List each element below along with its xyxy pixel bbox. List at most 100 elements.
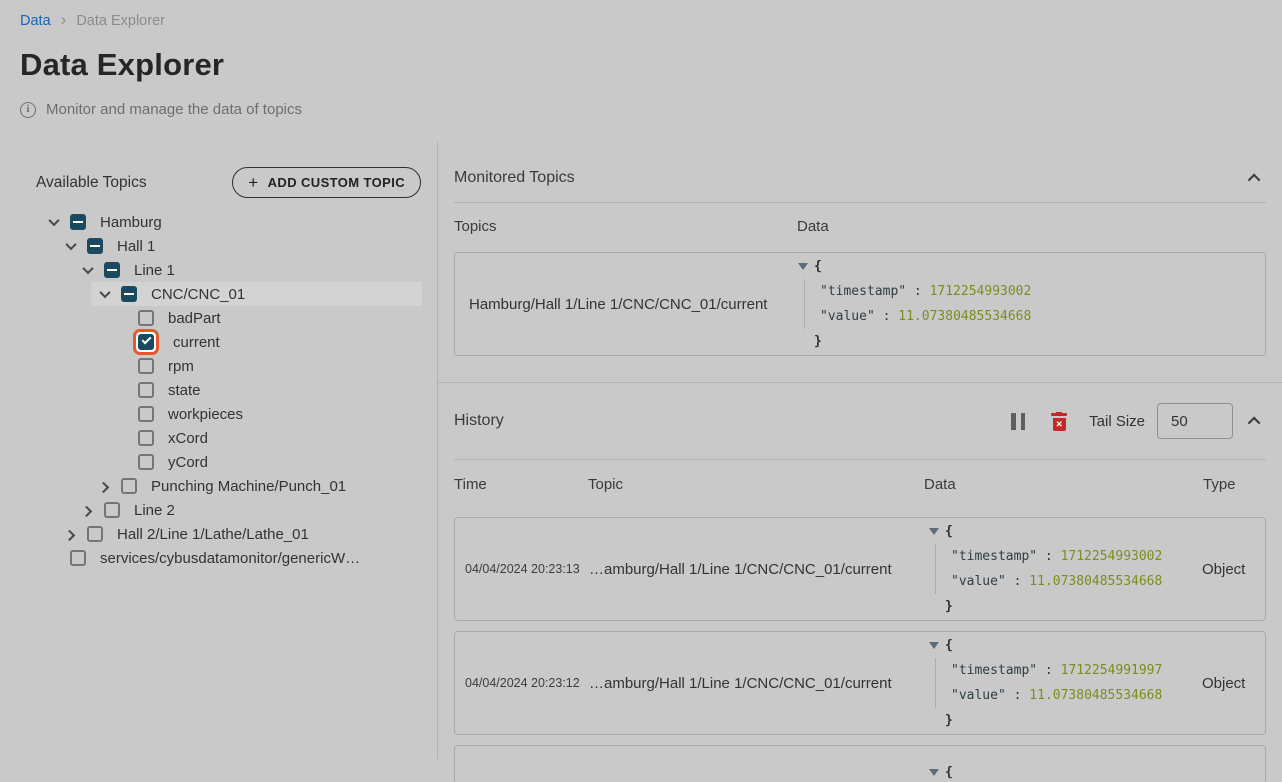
topic-tree: Hamburg Hall 1 Line 1 CNC/CNC_01 badPart curr…: [0, 210, 437, 570]
clear-history-icon[interactable]: ✕: [1051, 412, 1067, 431]
json-timestamp-line: "timestamp" : 1712254993002: [820, 279, 1265, 304]
checkbox-unchecked[interactable]: [104, 502, 120, 518]
chevron-right-icon: ›: [61, 11, 67, 30]
json-timestamp-line: "timestamp" : 1712254991997: [951, 658, 1194, 683]
checkbox-unchecked[interactable]: [138, 406, 154, 422]
chevron-right-icon[interactable]: [61, 524, 81, 544]
add-custom-topic-label: ADD CUSTOM TOPIC: [268, 175, 405, 190]
chevron-down-icon[interactable]: [44, 212, 64, 232]
tree-item-hall-2-line-1-lathe-lathe-01[interactable]: Hall 2/Line 1/Lathe/Lathe_01: [57, 522, 422, 546]
chevron-spacer: [112, 308, 132, 328]
history-data: {"timestamp" : 1712254990993}: [925, 760, 1194, 782]
checkbox-indeterminate[interactable]: [121, 286, 137, 302]
checkbox-unchecked[interactable]: [138, 454, 154, 470]
json-value-line: "value" : 11.07380485534668: [951, 569, 1194, 594]
checkbox-unchecked[interactable]: [138, 382, 154, 398]
collapse-chevron-up-icon[interactable]: [1248, 173, 1261, 186]
add-custom-topic-button[interactable]: + ADD CUSTOM TOPIC: [232, 167, 421, 198]
tree-item-label: current: [173, 334, 220, 351]
column-header-data: Data: [924, 476, 1195, 493]
json-viewer: {"timestamp" : 1712254990993}: [929, 760, 1194, 782]
json-value-line: "value" : 11.07380485534668: [820, 304, 1265, 329]
checkbox-unchecked[interactable]: [138, 430, 154, 446]
tree-item-hamburg[interactable]: Hamburg: [40, 210, 422, 234]
tree-item-label: yCord: [168, 454, 208, 471]
history-type: Object: [1194, 675, 1265, 692]
tree-item-label: CNC/CNC_01: [151, 286, 245, 303]
tree-item-label: Punching Machine/Punch_01: [151, 478, 346, 495]
collapse-chevron-up-icon[interactable]: [1248, 416, 1261, 429]
collapse-triangle-icon[interactable]: [929, 642, 939, 649]
checkbox-unchecked[interactable]: [87, 526, 103, 542]
main-split: Available Topics + ADD CUSTOM TOPIC Hamb…: [0, 142, 1282, 759]
tree-item-rpm[interactable]: rpm: [108, 354, 422, 378]
tree-item-hall-1[interactable]: Hall 1: [57, 234, 422, 258]
chevron-down-icon[interactable]: [61, 236, 81, 256]
breadcrumb-current: Data Explorer: [76, 13, 165, 29]
checkbox-indeterminate[interactable]: [87, 238, 103, 254]
tree-item-label: Line 2: [134, 502, 175, 519]
tree-item-xcord[interactable]: xCord: [108, 426, 422, 450]
checkbox-unchecked[interactable]: [138, 310, 154, 326]
chevron-spacer: [112, 404, 132, 424]
column-header-data: Data: [793, 218, 1266, 235]
column-header-topics: Topics: [454, 218, 793, 235]
available-topics-panel: Available Topics + ADD CUSTOM TOPIC Hamb…: [0, 142, 438, 759]
tree-item-label: Hall 1: [117, 238, 155, 255]
tree-item-services-cybusdatamonitor-genericw-[interactable]: services/cybusdatamonitor/genericW…: [40, 546, 422, 570]
checkbox-unchecked[interactable]: [121, 478, 137, 494]
checkbox-indeterminate[interactable]: [104, 262, 120, 278]
json-viewer: {"timestamp" : 1712254993002"value" : 11…: [798, 254, 1265, 354]
monitored-topic-data: {"timestamp" : 1712254993002"value" : 11…: [794, 254, 1265, 354]
tree-item-punching-machine-punch-01[interactable]: Punching Machine/Punch_01: [91, 474, 422, 498]
delete-x-glyph: ✕: [1056, 420, 1063, 429]
tree-item-label: Hamburg: [100, 214, 162, 231]
tree-item-line-2[interactable]: Line 2: [74, 498, 422, 522]
info-icon: i: [20, 102, 36, 118]
collapse-triangle-icon[interactable]: [929, 528, 939, 535]
tree-item-workpieces[interactable]: workpieces: [108, 402, 422, 426]
tree-item-line-1[interactable]: Line 1: [74, 258, 422, 282]
available-topics-header: Available Topics + ADD CUSTOM TOPIC: [0, 167, 437, 198]
tree-item-label: badPart: [168, 310, 221, 327]
tree-item-ycord[interactable]: yCord: [108, 450, 422, 474]
chevron-right-icon[interactable]: [78, 500, 98, 520]
breadcrumb-link-data[interactable]: Data: [20, 13, 51, 29]
page-title: Data Explorer: [20, 47, 1262, 83]
chevron-down-icon[interactable]: [78, 260, 98, 280]
json-timestamp-line: "timestamp" : 1712254993002: [951, 544, 1194, 569]
tree-item-label: Hall 2/Line 1/Lathe/Lathe_01: [117, 526, 309, 543]
pause-icon[interactable]: [1011, 413, 1025, 430]
chevron-right-icon[interactable]: [95, 476, 115, 496]
checkbox-unchecked[interactable]: [70, 550, 86, 566]
chevron-spacer: [112, 428, 132, 448]
monitored-column-headers: Topics Data: [454, 203, 1266, 249]
tree-item-label: services/cybusdatamonitor/genericW…: [100, 550, 360, 567]
tree-item-state[interactable]: state: [108, 378, 422, 402]
tree-item-badpart[interactable]: badPart: [108, 306, 422, 330]
tree-item-cnc-cnc-01[interactable]: CNC/CNC_01: [91, 282, 422, 306]
page-subtitle: Monitor and manage the data of topics: [46, 101, 302, 118]
collapse-triangle-icon[interactable]: [929, 769, 939, 776]
tree-item-current[interactable]: current: [108, 330, 422, 354]
column-header-time: Time: [454, 476, 588, 493]
checkbox-unchecked[interactable]: [138, 358, 154, 374]
chevron-down-icon[interactable]: [95, 284, 115, 304]
chevron-spacer: [44, 548, 64, 568]
chevron-spacer: [112, 356, 132, 376]
tree-item-label: workpieces: [168, 406, 243, 423]
history-type: Object: [1194, 561, 1265, 578]
history-topic: …amburg/Hall 1/Line 1/CNC/CNC_01/current: [589, 561, 925, 578]
checkbox-checked[interactable]: [138, 334, 154, 350]
history-rows: 04/04/2024 20:23:13…amburg/Hall 1/Line 1…: [454, 517, 1266, 782]
checkbox-indeterminate[interactable]: [70, 214, 86, 230]
collapse-triangle-icon[interactable]: [798, 263, 808, 270]
history-data: {"timestamp" : 1712254993002"value" : 11…: [925, 519, 1194, 619]
chevron-spacer: [112, 452, 132, 472]
history-row: {"timestamp" : 1712254990993}: [454, 745, 1266, 782]
tree-item-label: Line 1: [134, 262, 175, 279]
history-row: 04/04/2024 20:23:12…amburg/Hall 1/Line 1…: [454, 631, 1266, 735]
json-viewer: {"timestamp" : 1712254993002"value" : 11…: [929, 519, 1194, 619]
tail-size-input[interactable]: [1157, 403, 1233, 439]
monitored-topic-path: Hamburg/Hall 1/Line 1/CNC/CNC_01/current: [455, 296, 794, 313]
